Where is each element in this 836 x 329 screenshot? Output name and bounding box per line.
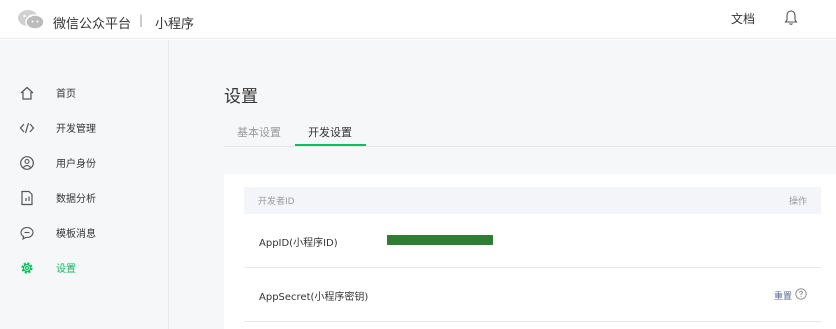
page-title: 设置 [224,87,258,107]
sidebar-item-home[interactable]: 首页 [0,78,168,108]
gear-icon [21,262,33,274]
sidebar-item-label: 开发管理 [56,124,96,135]
column-header-developer-id: 开发者ID [258,197,295,207]
chat-bubble-icon [20,226,34,241]
developer-id-card: 开发者ID 操作 AppID(小程序ID) AppSecret(小程序密钥) 重… [224,174,836,329]
document-chart-icon [21,190,33,206]
bell-icon[interactable] [783,9,799,27]
table-row: AppSecret(小程序密钥) 重置 [244,268,821,322]
tab-basic-settings[interactable]: 基本设置 [237,124,281,140]
code-icon [19,122,35,134]
brand-title[interactable]: 微信公众平台 [53,13,131,32]
sidebar-item-data-analysis[interactable]: 数据分析 [0,183,168,213]
sidebar-item-user-identity[interactable]: 用户身份 [0,148,168,178]
docs-link[interactable]: 文档 [731,10,755,27]
tab-bar: 基本设置 开发设置 [224,118,836,147]
sidebar-item-label: 首页 [56,89,76,100]
main-content: 设置 基本设置 开发设置 开发者ID 操作 AppID(小程序ID) AppSe… [170,40,836,329]
appsecret-label: AppSecret(小程序密钥) [259,292,369,303]
appid-redacted-value [387,235,493,245]
wechat-logo-icon[interactable] [17,9,45,31]
column-header-action: 操作 [789,197,808,207]
appid-label: AppID(小程序ID) [259,238,338,249]
table-row: AppID(小程序ID) [244,214,821,268]
brand-separator: | [139,13,144,27]
home-icon [20,86,34,100]
sidebar-item-dev-management[interactable]: 开发管理 [0,113,168,143]
question-mark-icon[interactable] [795,288,807,300]
sidebar: 首页 开发管理 用户身份 数据分析 模板消息 设置 [0,40,169,329]
product-title: 小程序 [155,17,195,32]
user-circle-icon [20,156,34,170]
sidebar-item-label: 数据分析 [56,194,96,205]
tab-dev-settings[interactable]: 开发设置 [308,124,352,140]
sidebar-item-label: 模板消息 [56,229,96,240]
top-bar: 微信公众平台 | 小程序 文档 [0,0,836,39]
reset-secret-link[interactable]: 重置 [774,289,792,302]
sidebar-item-label: 用户身份 [56,159,96,170]
sidebar-item-label: 设置 [56,264,76,275]
sidebar-item-template-message[interactable]: 模板消息 [0,218,168,248]
sidebar-item-settings[interactable]: 设置 [0,253,168,283]
active-tab-indicator [295,144,366,146]
table-header: 开发者ID 操作 [244,187,821,214]
